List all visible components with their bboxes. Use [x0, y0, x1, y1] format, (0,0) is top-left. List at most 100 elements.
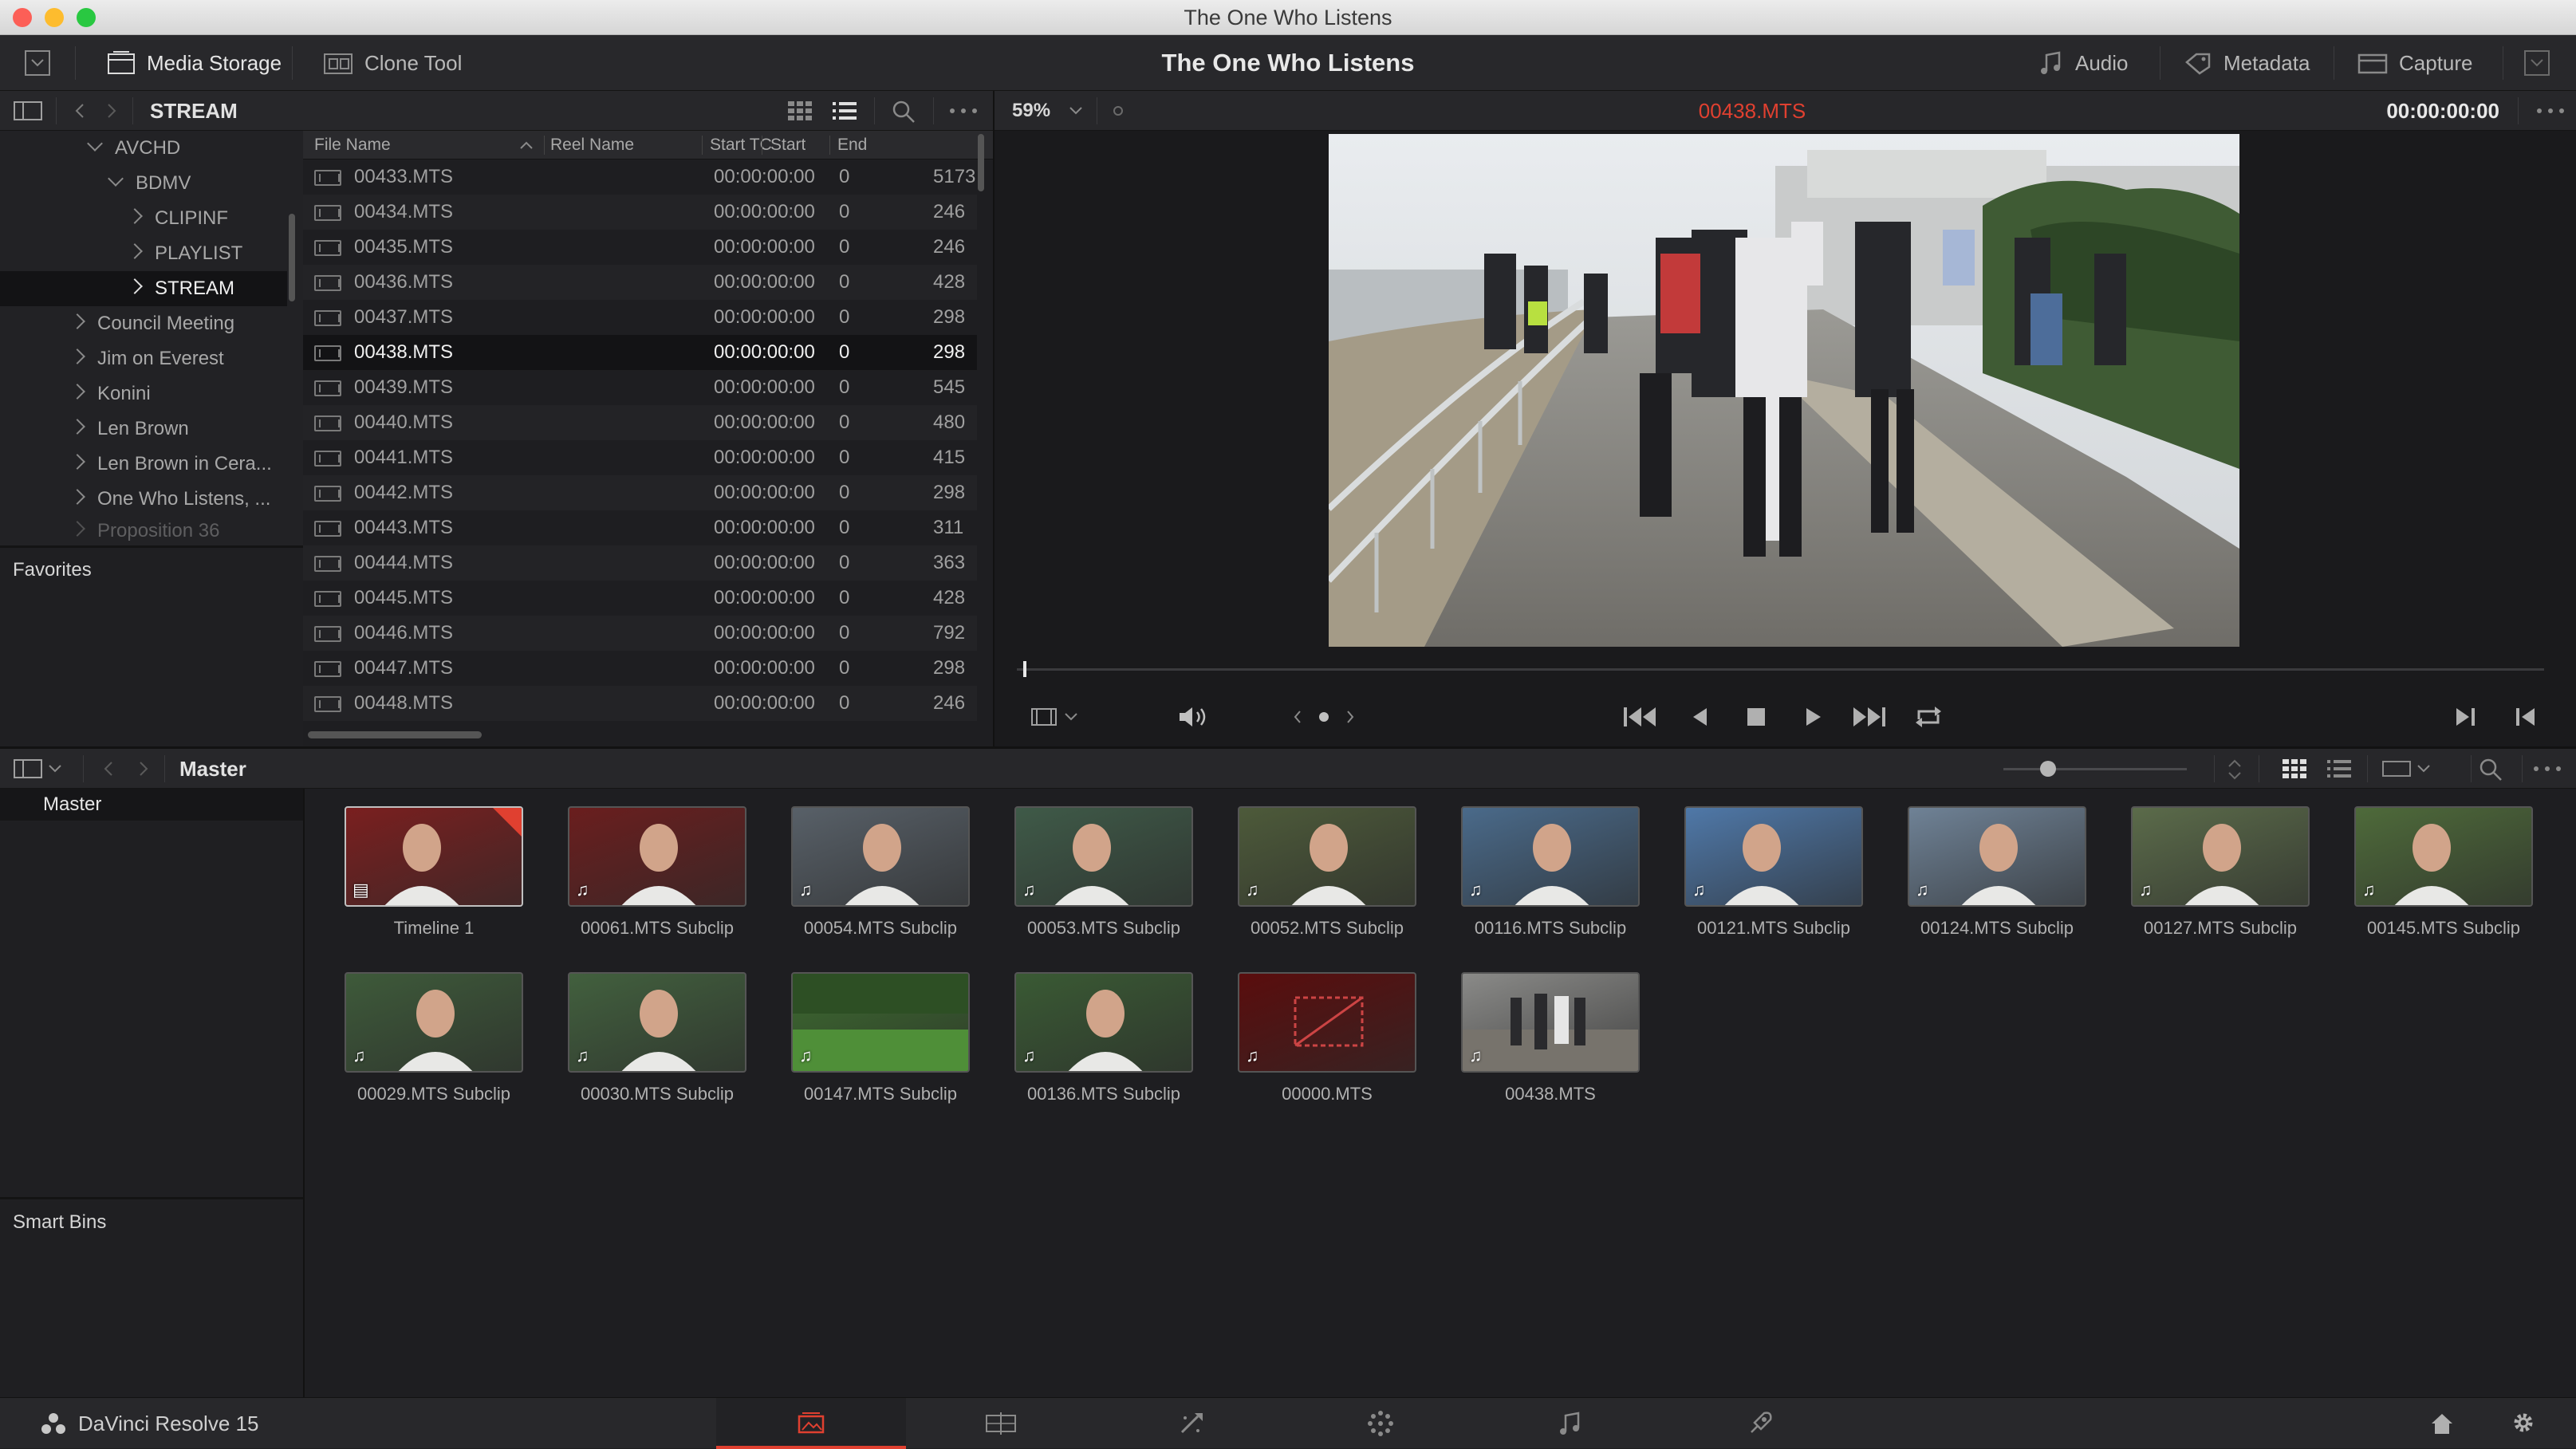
clip-thumbnail[interactable]: ♫ — [345, 972, 523, 1073]
chevron-right-icon[interactable] — [127, 208, 143, 224]
gear-icon[interactable] — [2511, 1410, 2536, 1435]
jog-control-icon[interactable] — [1292, 708, 1356, 726]
search-icon[interactable] — [892, 100, 916, 124]
column-header[interactable]: Start TC — [710, 131, 772, 159]
chevron-right-icon[interactable] — [69, 384, 85, 400]
file-row[interactable]: 00437.MTS 00:00:00:00 0 298 — [303, 300, 977, 335]
clone-tool-button[interactable]: Clone Tool — [323, 35, 462, 91]
page-fairlight-tab[interactable] — [1475, 1398, 1665, 1449]
horizontal-scrollbar[interactable] — [308, 731, 482, 738]
file-row[interactable]: 00444.MTS 00:00:00:00 0 363 — [303, 545, 977, 581]
metadata-panel-button[interactable]: Metadata — [2184, 35, 2310, 91]
chevron-right-icon[interactable] — [69, 348, 85, 364]
tree-item[interactable]: BDMV — [0, 166, 287, 201]
file-row[interactable]: 00433.MTS 00:00:00:00 0 5173 — [303, 159, 977, 195]
list-view-icon[interactable] — [2327, 759, 2351, 778]
chevron-right-icon[interactable] — [69, 454, 85, 470]
tree-item[interactable]: STREAM — [0, 271, 287, 306]
chevron-down-icon[interactable] — [87, 136, 103, 152]
file-row[interactable]: 00434.MTS 00:00:00:00 0 246 — [303, 195, 977, 230]
more-options-icon[interactable] — [2533, 765, 2562, 773]
close-window-button[interactable] — [13, 8, 32, 27]
playhead[interactable] — [1023, 661, 1026, 677]
sidebar-toggle-icon[interactable] — [13, 100, 43, 121]
clip-thumbnail[interactable]: ♫ — [2354, 806, 2533, 907]
search-icon[interactable] — [2479, 758, 2503, 782]
thumbnail-size-handle[interactable] — [2040, 761, 2056, 777]
file-row[interactable]: 00445.MTS 00:00:00:00 0 428 — [303, 581, 977, 616]
file-row[interactable]: 00439.MTS 00:00:00:00 0 545 — [303, 370, 977, 405]
tree-scrollbar[interactable] — [289, 214, 295, 301]
video-frame[interactable] — [1329, 134, 2239, 647]
mark-out-icon[interactable] — [2455, 707, 2477, 727]
tree-item[interactable]: Len Brown — [0, 411, 287, 447]
page-fusion-tab[interactable] — [1096, 1398, 1286, 1449]
workspace-dropdown-button[interactable] — [24, 35, 62, 91]
audio-panel-button[interactable]: Audio — [2038, 35, 2129, 91]
tree-item[interactable]: Konini — [0, 376, 287, 411]
clip-thumbnail[interactable]: ♫ — [2131, 806, 2310, 907]
clip-thumbnail[interactable]: ♫ — [1238, 972, 1416, 1073]
forward-arrow-icon[interactable] — [104, 102, 120, 120]
page-media-tab[interactable] — [716, 1398, 906, 1449]
tree-item[interactable]: CLIPINF — [0, 201, 287, 236]
page-color-tab[interactable] — [1286, 1398, 1475, 1449]
file-row[interactable]: 00441.MTS 00:00:00:00 0 415 — [303, 440, 977, 475]
clip-thumbnail[interactable]: ♫ — [1908, 806, 2086, 907]
chevron-right-icon[interactable] — [69, 521, 85, 537]
chevron-right-icon[interactable] — [69, 313, 85, 329]
file-row[interactable]: 00440.MTS 00:00:00:00 0 480 — [303, 405, 977, 440]
chevron-right-icon[interactable] — [69, 419, 85, 435]
bin-list-toggle-icon[interactable] — [13, 758, 64, 779]
timeline-scrubber-track[interactable] — [1017, 668, 2544, 671]
clip-thumbnail[interactable]: ♫ — [568, 972, 746, 1073]
tree-item[interactable]: Proposition 36 — [0, 514, 287, 545]
column-header[interactable]: Reel Name — [550, 131, 634, 159]
tree-item[interactable]: One Who Listens, ... — [0, 482, 287, 517]
file-list-scrollbar[interactable] — [978, 134, 984, 191]
page-deliver-tab[interactable] — [1665, 1398, 1855, 1449]
chevron-right-icon[interactable] — [69, 489, 85, 505]
zoom-window-button[interactable] — [77, 8, 96, 27]
mark-in-icon[interactable] — [2514, 707, 2536, 727]
clip-thumbnail[interactable]: ♫ — [791, 806, 970, 907]
file-row[interactable]: 00443.MTS 00:00:00:00 0 311 — [303, 510, 977, 545]
tree-item[interactable]: Council Meeting — [0, 306, 287, 341]
page-edit-tab[interactable] — [906, 1398, 1096, 1449]
go-to-start-icon[interactable] — [1622, 705, 1657, 729]
loop-icon[interactable] — [1914, 705, 1943, 729]
bin-master[interactable]: Master — [0, 789, 303, 821]
column-header[interactable]: Start — [770, 131, 805, 159]
back-arrow-icon[interactable] — [100, 760, 116, 778]
clip-thumbnail[interactable]: ♫ — [1014, 972, 1193, 1073]
chevron-down-icon[interactable] — [108, 171, 124, 187]
tree-item[interactable]: Jim on Everest — [0, 341, 287, 376]
file-row[interactable]: 00446.MTS 00:00:00:00 0 792 — [303, 616, 977, 651]
file-row[interactable]: 00442.MTS 00:00:00:00 0 298 — [303, 475, 977, 510]
file-row[interactable]: 00435.MTS 00:00:00:00 0 246 — [303, 230, 977, 265]
thumbnail-view-icon[interactable] — [788, 101, 812, 120]
stop-icon[interactable] — [1746, 707, 1767, 727]
column-header[interactable]: End — [837, 131, 867, 159]
clip-thumbnail[interactable]: ♫ — [568, 806, 746, 907]
viewer-mode-icon[interactable] — [1030, 707, 1080, 727]
clip-thumbnail[interactable]: ▤ — [345, 806, 523, 907]
go-to-end-icon[interactable] — [1852, 705, 1887, 729]
toolbar-options-button[interactable] — [2523, 35, 2562, 91]
tree-item[interactable]: PLAYLIST — [0, 236, 287, 271]
file-row[interactable]: 00436.MTS 00:00:00:00 0 428 — [303, 265, 977, 300]
thumbnail-size-slider[interactable] — [2003, 768, 2187, 770]
clip-thumbnail[interactable]: ♫ — [1684, 806, 1863, 907]
column-header[interactable]: File Name — [314, 131, 391, 159]
tree-item[interactable]: Len Brown in Cera... — [0, 447, 287, 482]
clip-thumbnail[interactable]: ♫ — [1238, 806, 1416, 907]
sort-ascending-icon[interactable] — [518, 140, 534, 151]
viewer-options-icon[interactable] — [2381, 758, 2436, 779]
file-row[interactable]: 00448.MTS 00:00:00:00 0 246 — [303, 686, 977, 721]
media-storage-button[interactable]: Media Storage — [107, 35, 282, 91]
file-row[interactable]: 00447.MTS 00:00:00:00 0 298 — [303, 651, 977, 686]
volume-icon[interactable] — [1177, 705, 1209, 729]
more-options-icon[interactable] — [949, 107, 978, 115]
file-row[interactable]: 00438.MTS 00:00:00:00 0 298 — [303, 335, 977, 370]
play-icon[interactable] — [1804, 707, 1823, 727]
